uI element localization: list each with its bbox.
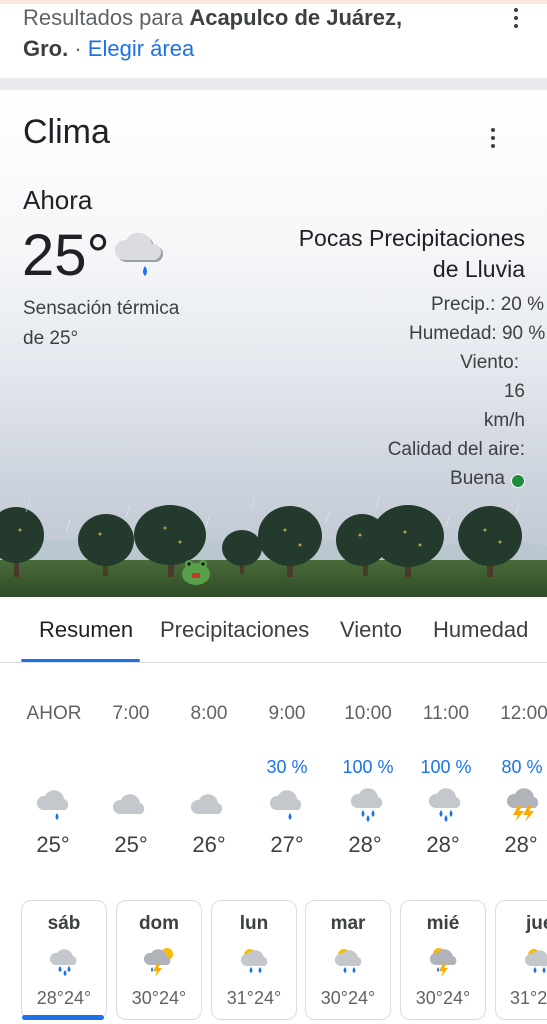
day-card-sun[interactable]: dom 30°24° <box>116 900 202 1020</box>
hour-label: AHOR <box>26 703 82 724</box>
feels-like-line-1: Sensación térmica <box>23 298 180 319</box>
cloud-icon <box>112 794 145 814</box>
day-temps: 30°24° <box>131 988 187 1008</box>
day-temps: 31°24° <box>226 988 282 1008</box>
hour-temp: 28° <box>348 832 382 857</box>
hour-temp: 27° <box>270 832 304 857</box>
search-results-header: Resultados para Acapulco de Juárez, Gro.… <box>0 0 547 78</box>
thunderstorm-sun-icon <box>143 948 173 977</box>
air-quality-label: Calidad del aire: <box>387 439 525 460</box>
location-state: Gro. <box>23 36 69 61</box>
frog-character <box>182 560 210 585</box>
thunderstorm-sun-icon <box>429 948 457 977</box>
results-line: Resultados para Acapulco de Juárez, <box>23 5 402 31</box>
section-divider <box>0 78 547 90</box>
rain-cloud-icon <box>269 790 302 820</box>
choose-area-link[interactable]: Elegir área <box>88 36 194 61</box>
rainy-orchard-illustration <box>0 494 547 597</box>
air-quality-indicator <box>512 475 524 487</box>
wind-value: 16 <box>503 381 525 402</box>
hour-label: 8:00 <box>190 703 228 724</box>
condition-line-2: de Lluvia <box>432 256 525 282</box>
hour-label: 10:00 <box>344 703 392 724</box>
wind-label: Viento: <box>460 352 519 373</box>
results-prefix: Resultados para <box>23 5 190 30</box>
day-temps: 30°24° <box>415 988 471 1008</box>
rain-cloud-icon <box>36 790 69 820</box>
weather-title: Clima <box>23 113 110 151</box>
day-name: sáb <box>47 913 81 934</box>
heavy-rain-cloud-icon <box>350 788 383 822</box>
sun-rain-icon <box>240 949 268 973</box>
location-name: Acapulco de Juárez, <box>189 5 403 30</box>
precip-value: Precip.: 20 % <box>431 294 544 315</box>
tab-wind[interactable]: Viento <box>340 617 402 643</box>
current-temp: 25° <box>22 223 110 288</box>
heavy-rain-cloud-icon <box>428 788 461 822</box>
day-name: mié <box>426 913 460 934</box>
day-card-mon[interactable]: lun 31°24° <box>211 900 297 1020</box>
cloud-icon <box>190 794 223 814</box>
tabs-divider <box>0 662 547 663</box>
hour-temp: 25° <box>114 832 148 857</box>
day-card-sat[interactable]: sáb 28°24° <box>21 900 107 1020</box>
tab-humidity[interactable]: Humedad <box>433 617 528 643</box>
day-name: mar <box>330 913 366 934</box>
day-card-thu[interactable]: jue 31°2 <box>495 900 547 1020</box>
sun-rain-icon <box>524 949 547 973</box>
hour-label: 7:00 <box>112 703 150 724</box>
now-label: Ahora <box>23 185 93 215</box>
header-more-icon[interactable] <box>514 8 518 28</box>
humidity-value: Humedad: 90 % <box>409 323 546 344</box>
day-card-wed[interactable]: mié 30°24° <box>400 900 486 1020</box>
hour-temp: 26° <box>192 832 226 857</box>
tab-summary[interactable]: Resumen <box>39 617 133 643</box>
hour-label: 9:00 <box>268 703 306 724</box>
separator: · <box>68 36 88 61</box>
precip-chance: 30 % <box>266 757 308 777</box>
precip-chance: 100 % <box>342 757 394 777</box>
day-temps: 31°2 <box>510 988 547 1008</box>
day-name: dom <box>138 913 180 934</box>
rain-cloud-icon <box>114 232 164 276</box>
top-edge <box>0 0 547 4</box>
tab-precipitation[interactable]: Precipitaciones <box>160 617 309 643</box>
hour-temp: 25° <box>36 832 70 857</box>
hour-label: 12:00 <box>500 703 547 724</box>
results-line-2: Gro. · Elegir área <box>23 36 194 62</box>
heavy-rain-cloud-icon <box>49 949 77 976</box>
air-quality-value: Buena <box>450 468 505 489</box>
day-card-tue[interactable]: mar 30°24° <box>305 900 391 1020</box>
weather-more-icon[interactable] <box>491 128 495 148</box>
precip-chance: 100 % <box>420 757 472 777</box>
condition-line-1: Pocas Precipitaciones <box>298 225 525 251</box>
day-temps: 28°24° <box>36 988 92 1008</box>
day-name: lun <box>239 913 269 934</box>
feels-like-line-2: de 25° <box>23 328 79 349</box>
hour-temp: 28° <box>426 832 460 857</box>
precip-chance: 80 % <box>501 757 543 777</box>
thunderstorm-icon <box>506 788 539 822</box>
day-name: jue <box>526 913 547 934</box>
wind-unit: km/h <box>483 410 525 431</box>
day-temps: 30°24° <box>320 988 376 1008</box>
sun-rain-icon <box>334 949 362 973</box>
selected-day-indicator <box>22 1015 104 1020</box>
hour-label: 11:00 <box>422 703 470 724</box>
hour-temp: 28° <box>504 832 538 857</box>
